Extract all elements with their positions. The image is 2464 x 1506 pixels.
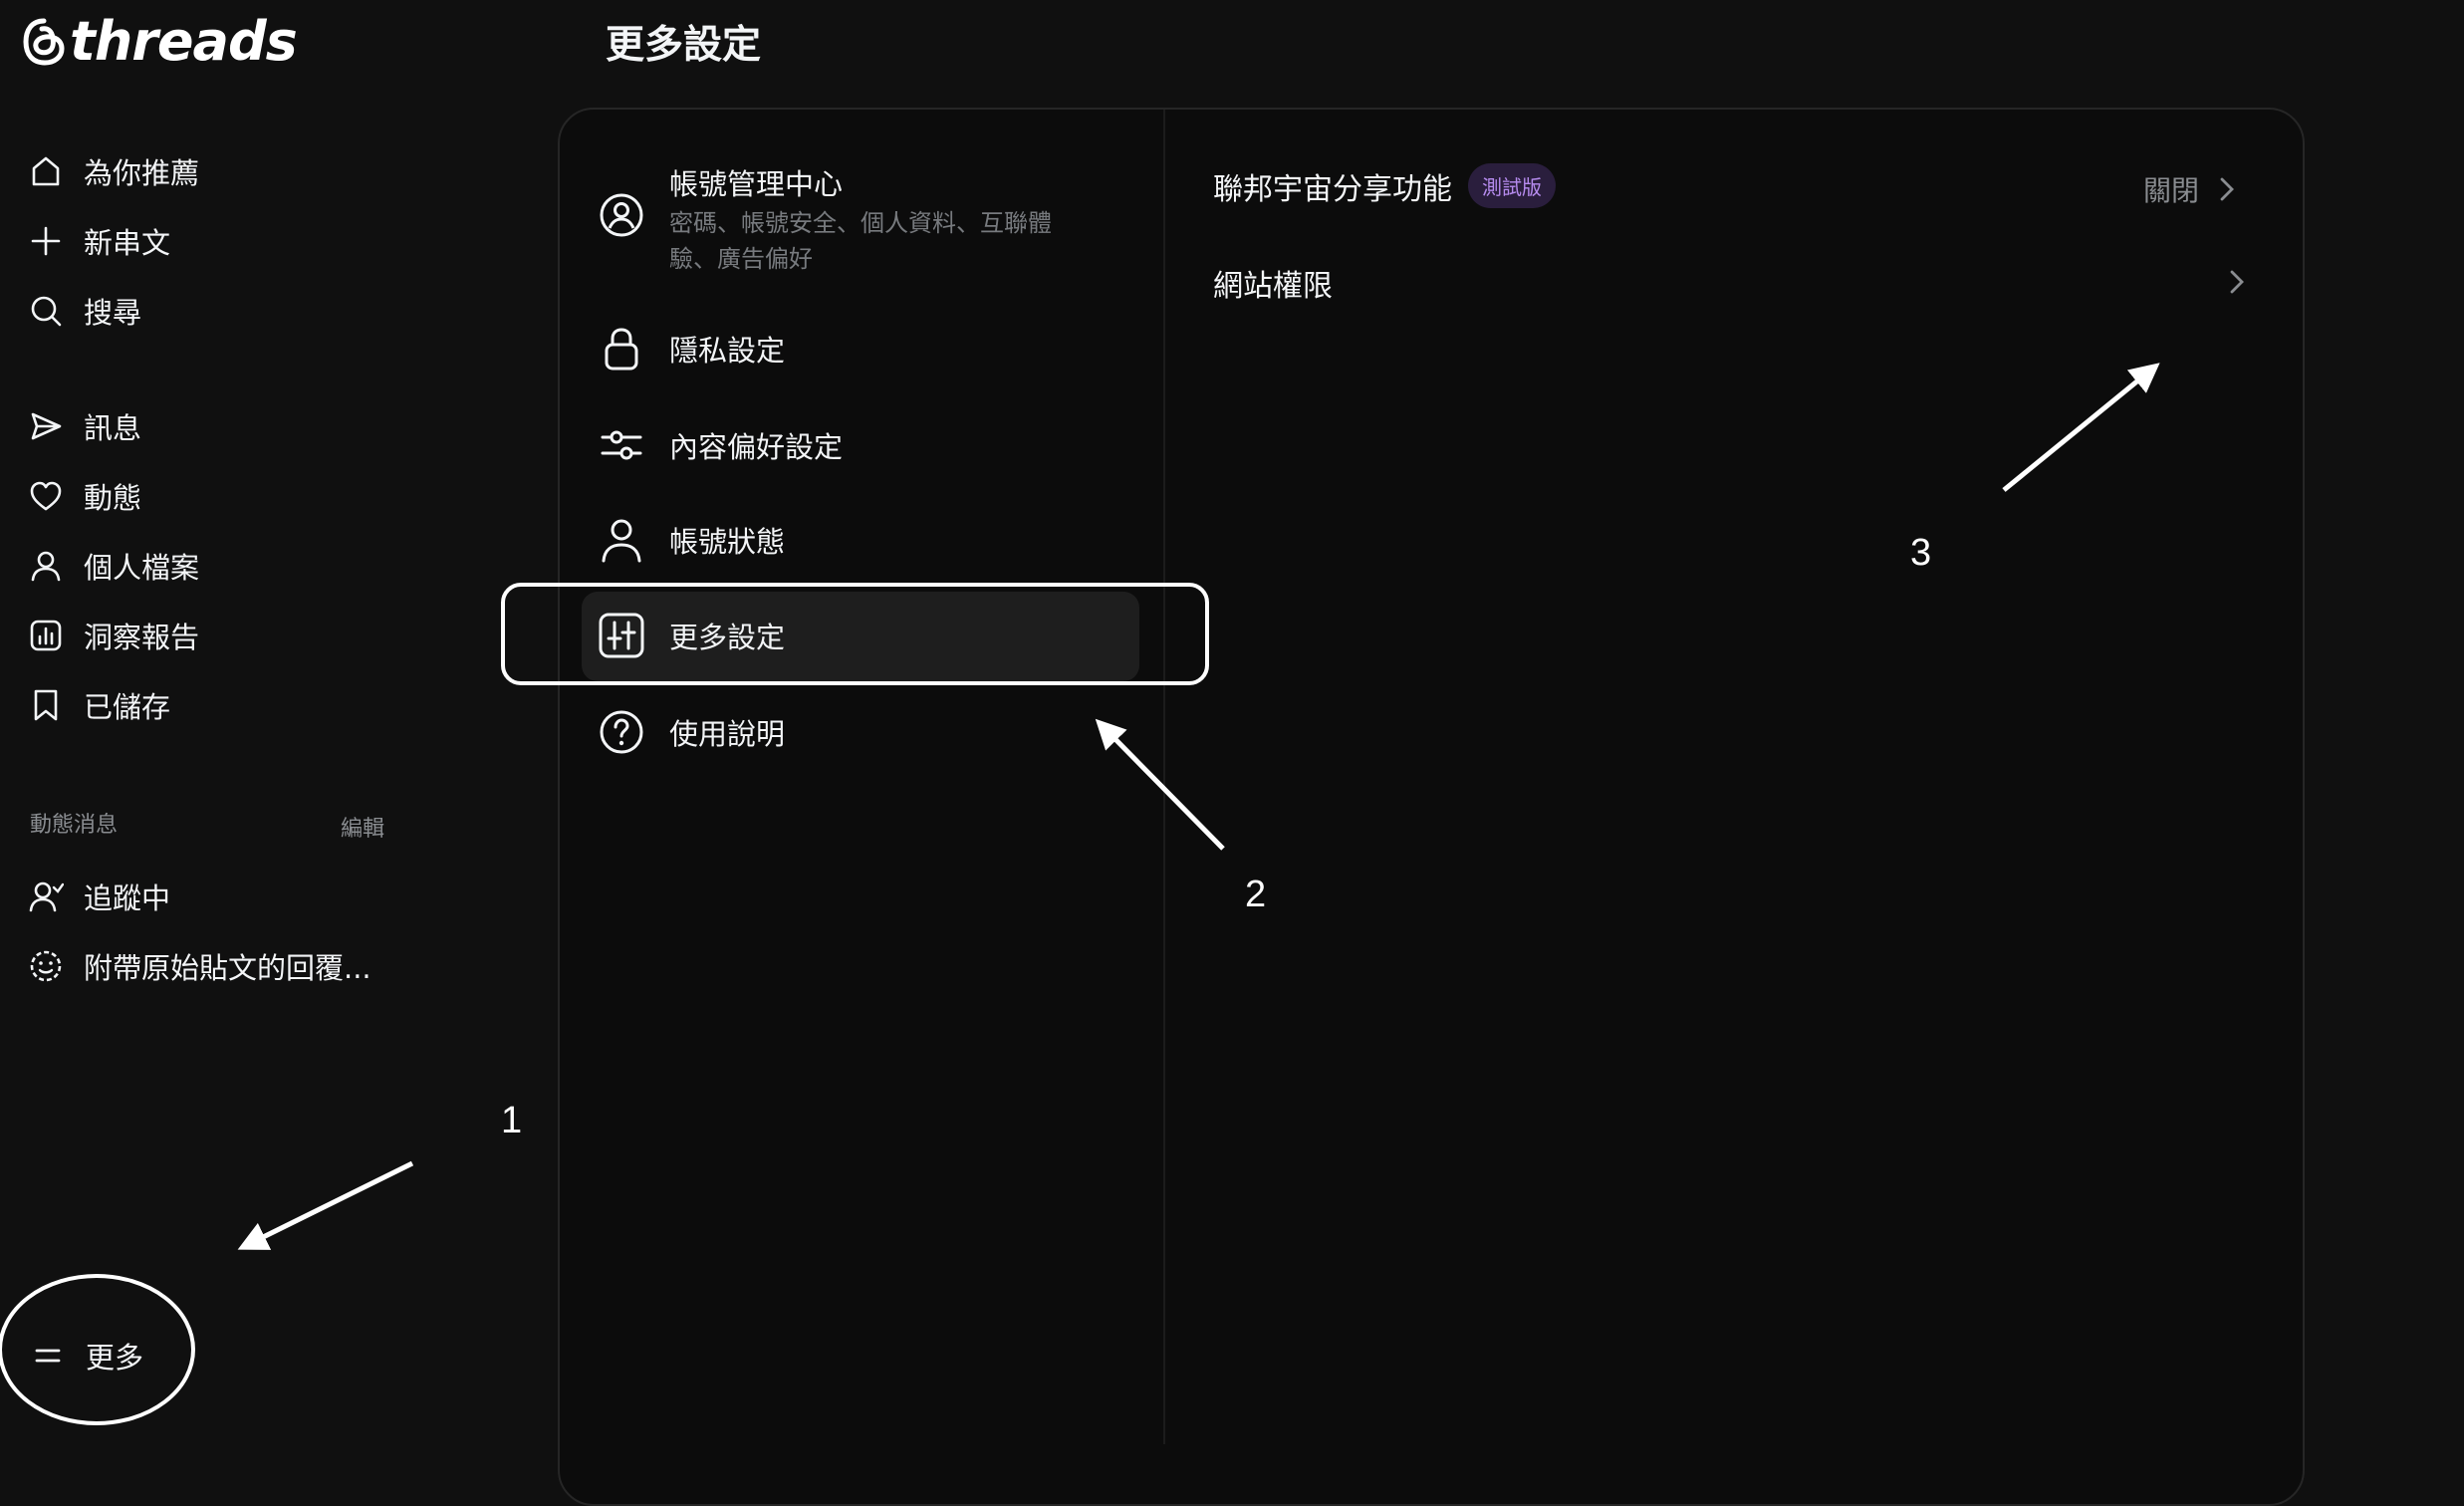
annotation-arrow-3 <box>2002 363 2160 492</box>
highlight-ellipse-more <box>0 1274 195 1425</box>
annotation-arrow-1 <box>237 1160 414 1250</box>
annotation-overlay <box>0 363 2160 1425</box>
annotation-number-2: 2 <box>1245 874 1267 915</box>
highlight-box-more-settings <box>501 583 1209 685</box>
annotation-number-1: 1 <box>501 1100 523 1141</box>
annotation-number-3: 3 <box>1910 532 1932 574</box>
annotation-arrow-2 <box>1095 718 1225 851</box>
